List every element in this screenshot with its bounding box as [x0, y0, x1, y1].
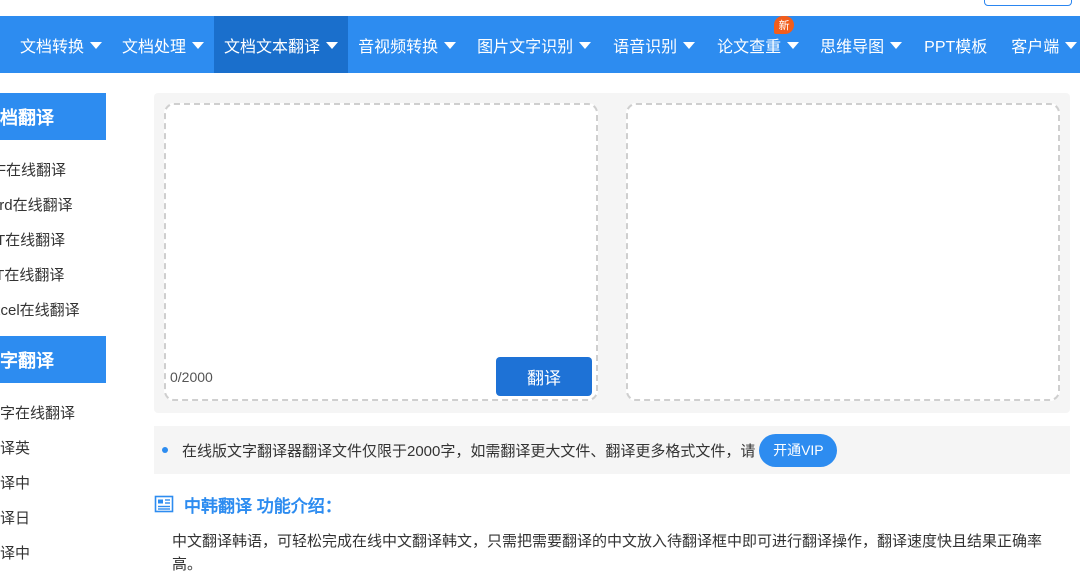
- sidebar-item-label: 日译中: [0, 542, 30, 563]
- sidebar-item-section2-2[interactable]: 英译中: [0, 472, 106, 493]
- sidebar-item-label: 中译日: [0, 507, 30, 528]
- sidebar-section-title: 文字翻译: [0, 347, 54, 373]
- sidebar-item-label: PDF在线翻译: [0, 159, 66, 180]
- document-icon: [154, 494, 174, 514]
- nav-item-8[interactable]: 思维导图: [810, 16, 912, 73]
- nav-item-4[interactable]: 音视频转换: [348, 16, 466, 73]
- chevron-down-icon: [192, 42, 204, 49]
- open-vip-button[interactable]: 开通VIP: [759, 434, 837, 467]
- nav-item-9[interactable]: PPT模板: [912, 16, 999, 73]
- notice-bar: 在线版文字翻译器翻译文件仅限于2000字，如需翻译更大文件、翻译更多格式文件，请…: [154, 426, 1070, 474]
- sidebar-item-section1-1[interactable]: Word在线翻译: [0, 194, 106, 215]
- chevron-down-icon: [683, 42, 695, 49]
- nav-item-label: 思维导图: [820, 33, 884, 57]
- header-corner-button[interactable]: [984, 0, 1072, 6]
- notice-text: 在线版文字翻译器翻译文件仅限于2000字，如需翻译更大文件、翻译更多格式文件，请: [182, 440, 755, 461]
- translation-panel: 0/2000 翻译: [154, 93, 1070, 413]
- nav-item-label: 客户端: [1011, 33, 1059, 57]
- sidebar-item-section1-4[interactable]: Excel在线翻译: [0, 299, 106, 320]
- chevron-down-icon: [90, 42, 102, 49]
- sidebar-section-title: 文档翻译: [0, 104, 54, 130]
- source-text-box: 0/2000 翻译: [164, 103, 598, 401]
- nav-item-label: 文档处理: [122, 33, 186, 57]
- chevron-down-icon: [787, 42, 799, 49]
- nav-item-6[interactable]: 语音识别: [602, 16, 706, 73]
- translate-button[interactable]: 翻译: [496, 357, 592, 396]
- nav-item-label: 图片文字识别: [477, 33, 573, 57]
- sidebar-item-label: Word在线翻译: [0, 194, 73, 215]
- sidebar-item-label: Excel在线翻译: [0, 299, 80, 320]
- sidebar-item-section2-0[interactable]: 文字在线翻译: [0, 402, 106, 423]
- nav-item-1[interactable]: 文档转换: [10, 16, 112, 73]
- nav-item-3[interactable]: 文档文本翻译: [214, 16, 348, 73]
- chevron-down-icon: [326, 42, 338, 49]
- sidebar-item-label: PPT在线翻译: [0, 229, 65, 250]
- sidebar-item-label: 文字在线翻译: [0, 402, 75, 423]
- source-text-input[interactable]: [174, 113, 586, 353]
- chevron-down-icon: [444, 42, 456, 49]
- nav-item-label: 语音识别: [613, 33, 677, 57]
- sidebar-item-label: 英译中: [0, 472, 30, 493]
- chevron-down-icon: [890, 42, 902, 49]
- sidebar: 文档翻译 PDF在线翻译 Word在线翻译 PPT在线翻译 TXT在线翻译 Excel在…: [0, 73, 106, 575]
- nav-item-label: PPT模板: [924, 33, 987, 57]
- nav-item-label: 文档转换: [20, 33, 84, 57]
- char-counter: 0/2000: [170, 369, 213, 385]
- intro-body: 中文翻译韩语，可轻松完成在线中文翻译韩文，只需把需要翻译的中文放入待翻译框中即可…: [172, 530, 1067, 576]
- sidebar-item-label: 中译英: [0, 437, 30, 458]
- bullet-icon: [162, 447, 168, 453]
- chevron-down-icon: [1065, 42, 1077, 49]
- intro-heading: 中韩翻译 功能介绍：: [154, 492, 342, 516]
- intro-title: 中韩翻译 功能介绍：: [184, 492, 342, 517]
- nav-item-10[interactable]: 客户端: [999, 16, 1080, 73]
- sidebar-item-section2-1[interactable]: 中译英: [0, 437, 106, 458]
- main-nav: 页文档转换文档处理文档文本翻译音视频转换图片文字识别语音识别论文查重新思维导图P…: [0, 16, 1080, 73]
- nav-item-7[interactable]: 论文查重新: [706, 16, 810, 73]
- top-strip: [0, 0, 1080, 16]
- nav-item-label: 文档文本翻译: [224, 33, 320, 57]
- nav-item-2[interactable]: 文档处理: [112, 16, 214, 73]
- nav-item-0[interactable]: 页: [0, 16, 10, 73]
- nav-item-5[interactable]: 图片文字识别: [466, 16, 602, 73]
- sidebar-item-section2-4[interactable]: 日译中: [0, 542, 106, 563]
- result-text-box: [626, 103, 1060, 401]
- sidebar-item-label: TXT在线翻译: [0, 264, 64, 285]
- sidebar-item-section2-3[interactable]: 中译日: [0, 507, 106, 528]
- chevron-down-icon: [579, 42, 591, 49]
- new-badge: 新: [774, 16, 794, 34]
- sidebar-item-section1-3[interactable]: TXT在线翻译: [0, 264, 106, 285]
- sidebar-section-text-translation[interactable]: 文字翻译: [0, 336, 106, 383]
- nav-item-label: 论文查重: [717, 33, 781, 57]
- sidebar-item-section1-2[interactable]: PPT在线翻译: [0, 229, 106, 250]
- sidebar-item-section1-0[interactable]: PDF在线翻译: [0, 159, 106, 180]
- nav-item-label: 音视频转换: [358, 33, 438, 57]
- sidebar-section-document-translation[interactable]: 文档翻译: [0, 93, 106, 140]
